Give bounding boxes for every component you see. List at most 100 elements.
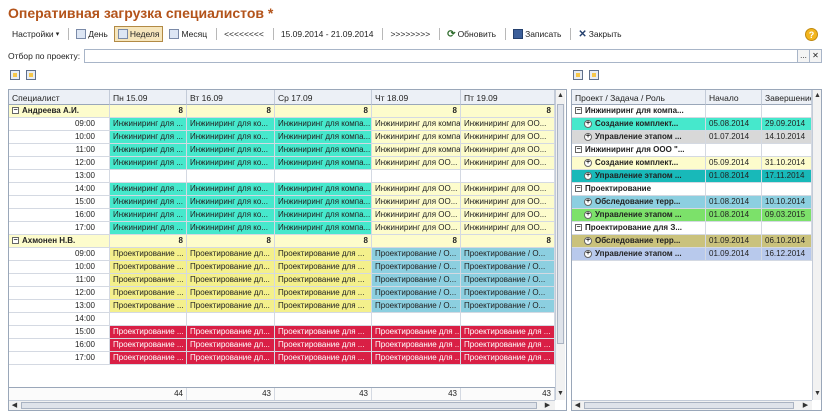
- assignment-cell[interactable]: Инжиниринг для ...: [110, 183, 187, 195]
- collapse-icon[interactable]: −: [12, 107, 19, 115]
- horizontal-scrollbar[interactable]: ◀ ▶: [572, 400, 812, 410]
- assignment-cell[interactable]: Проектирование / О...: [461, 300, 555, 312]
- assignment-cell[interactable]: Инжиниринг для ...: [110, 157, 187, 169]
- add-circle-icon[interactable]: +: [584, 249, 592, 258]
- assignment-cell[interactable]: Проектирование для ...: [372, 326, 461, 338]
- assignment-cell[interactable]: Проектирование дл...: [187, 261, 275, 273]
- column-header-day[interactable]: Пт 19.09: [461, 90, 555, 105]
- project-task-cell[interactable]: + Создание комплект...: [572, 118, 706, 130]
- assignment-cell[interactable]: [110, 170, 187, 182]
- assignment-cell[interactable]: Проектирование ...: [110, 352, 187, 364]
- assignment-cell[interactable]: Проектирование ...: [110, 261, 187, 273]
- assignment-cell[interactable]: Инжиниринг для ОО...: [372, 183, 461, 195]
- assignment-cell[interactable]: Проектирование ...: [110, 248, 187, 260]
- assignment-cell[interactable]: Проектирование дл...: [187, 248, 275, 260]
- project-task-cell[interactable]: + Управление этапом ...: [572, 248, 706, 260]
- collapse-icon[interactable]: −: [575, 107, 582, 115]
- scroll-down-arrow[interactable]: ▼: [556, 389, 565, 398]
- assignment-cell[interactable]: Инжиниринг для компа...: [275, 144, 372, 156]
- assignment-cell[interactable]: Инжиниринг для ...: [110, 209, 187, 221]
- assignment-cell[interactable]: Инжиниринг для компа...: [372, 131, 461, 143]
- column-header-day[interactable]: Вт 16.09: [187, 90, 275, 105]
- assignment-cell[interactable]: Проектирование для ...: [275, 287, 372, 299]
- assignment-cell[interactable]: Проектирование дл...: [187, 287, 275, 299]
- assignment-cell[interactable]: Проектирование для ...: [461, 326, 555, 338]
- assignment-cell[interactable]: Инжиниринг для ...: [110, 196, 187, 208]
- assignment-cell[interactable]: [275, 313, 372, 325]
- assignment-cell[interactable]: Инжиниринг для компа...: [372, 118, 461, 130]
- assignment-cell[interactable]: Инжиниринг для ко...: [187, 131, 275, 143]
- task-row[interactable]: + Создание комплект... 05.08.2014 29.09.201…: [572, 118, 812, 131]
- assignment-cell[interactable]: Проектирование ...: [110, 300, 187, 312]
- scroll-left-arrow[interactable]: ◀: [10, 401, 19, 410]
- save-button[interactable]: Записать: [509, 26, 565, 42]
- settings-menu-button[interactable]: Настройки ▾: [8, 26, 63, 42]
- scroll-up-arrow[interactable]: ▲: [813, 91, 821, 100]
- person-name-cell[interactable]: − Ахмонен Н.В.: [9, 235, 110, 247]
- column-header[interactable]: Проект / Задача / Роль: [572, 90, 706, 105]
- assignment-cell[interactable]: Инжиниринг для ОО...: [461, 183, 555, 195]
- previous-period-button[interactable]: <<<<<<<<: [220, 26, 268, 42]
- week-view-button[interactable]: Неделя: [113, 26, 164, 42]
- assignment-cell[interactable]: Инжиниринг для ОО...: [461, 196, 555, 208]
- assignment-cell[interactable]: Инжиниринг для ОО...: [461, 131, 555, 143]
- project-row[interactable]: − Инжиниринг для компа...: [572, 105, 812, 118]
- close-button[interactable]: ✕ Закрыть: [574, 26, 625, 42]
- month-view-button[interactable]: Месяц: [165, 26, 211, 42]
- select-ellipsis-button[interactable]: ...: [797, 50, 809, 62]
- task-row[interactable]: + Создание комплект... 05.09.2014 31.10.201…: [572, 157, 812, 170]
- clear-icon[interactable]: ✕: [809, 50, 821, 62]
- collapse-icon[interactable]: −: [575, 224, 582, 232]
- assignment-cell[interactable]: Инжиниринг для компа...: [275, 196, 372, 208]
- assignment-cell[interactable]: [187, 313, 275, 325]
- assignment-cell[interactable]: Инжиниринг для компа...: [275, 118, 372, 130]
- project-task-cell[interactable]: − Инжиниринг для компа...: [572, 105, 706, 117]
- scrollbar-thumb[interactable]: [557, 104, 564, 344]
- project-row[interactable]: − Проектирование: [572, 183, 812, 196]
- assignment-cell[interactable]: Проектирование дл...: [187, 352, 275, 364]
- column-header-day[interactable]: Ср 17.09: [275, 90, 372, 105]
- collapse-all-icon[interactable]: [589, 70, 599, 80]
- assignment-cell[interactable]: Инжиниринг для ко...: [187, 144, 275, 156]
- task-row[interactable]: + Управление этапом ... 01.09.2014 16.12.20…: [572, 248, 812, 261]
- assignment-cell[interactable]: Проектирование для ...: [275, 339, 372, 351]
- project-filter-input[interactable]: ... ✕: [84, 49, 822, 63]
- assignment-cell[interactable]: Проектирование для ...: [275, 261, 372, 273]
- assignment-cell[interactable]: Проектирование для ...: [275, 274, 372, 286]
- project-task-cell[interactable]: + Обследование терр...: [572, 196, 706, 208]
- assignment-cell[interactable]: Проектирование / О...: [372, 248, 461, 260]
- add-circle-icon[interactable]: +: [584, 236, 592, 245]
- scroll-right-arrow[interactable]: ▶: [543, 401, 552, 410]
- assignment-cell[interactable]: [461, 170, 555, 182]
- scroll-down-arrow[interactable]: ▼: [813, 389, 821, 398]
- column-header[interactable]: Начало: [706, 90, 762, 105]
- task-row[interactable]: + Обследование терр... 01.09.2014 06.10.201…: [572, 235, 812, 248]
- assignment-cell[interactable]: Инжиниринг для ОО...: [461, 209, 555, 221]
- project-row[interactable]: − Инжиниринг для ООО "...: [572, 144, 812, 157]
- add-circle-icon[interactable]: +: [584, 132, 592, 141]
- project-task-cell[interactable]: + Управление этапом ...: [572, 209, 706, 221]
- column-header[interactable]: Завершение: [762, 90, 812, 105]
- assignment-cell[interactable]: Инжиниринг для ...: [110, 118, 187, 130]
- collapse-icon[interactable]: −: [12, 237, 19, 245]
- project-task-cell[interactable]: − Проектирование для З...: [572, 222, 706, 234]
- assignment-cell[interactable]: Инжиниринг для ...: [110, 222, 187, 234]
- collapse-icon[interactable]: −: [575, 185, 582, 193]
- horizontal-scrollbar[interactable]: ◀ ▶: [9, 400, 555, 410]
- assignment-cell[interactable]: [461, 313, 555, 325]
- assignment-cell[interactable]: Инжиниринг для ОО...: [461, 222, 555, 234]
- assignment-cell[interactable]: Инжиниринг для ко...: [187, 222, 275, 234]
- assignment-cell[interactable]: Проектирование / О...: [461, 274, 555, 286]
- assignment-cell[interactable]: Инжиниринг для компа...: [275, 209, 372, 221]
- assignment-cell[interactable]: Инжиниринг для ОО...: [372, 209, 461, 221]
- assignment-cell[interactable]: Проектирование ...: [110, 287, 187, 299]
- assignment-cell[interactable]: Проектирование для ...: [275, 300, 372, 312]
- assignment-cell[interactable]: Инжиниринг для ОО...: [372, 196, 461, 208]
- assignment-cell[interactable]: Проектирование ...: [110, 339, 187, 351]
- assignment-cell[interactable]: Инжиниринг для ОО...: [461, 144, 555, 156]
- assignment-cell[interactable]: Проектирование для ...: [372, 352, 461, 364]
- assignment-cell[interactable]: Инжиниринг для ОО...: [372, 157, 461, 169]
- assignment-cell[interactable]: Проектирование для ...: [372, 339, 461, 351]
- assignment-cell[interactable]: Проектирование / О...: [461, 248, 555, 260]
- project-task-cell[interactable]: + Обследование терр...: [572, 235, 706, 247]
